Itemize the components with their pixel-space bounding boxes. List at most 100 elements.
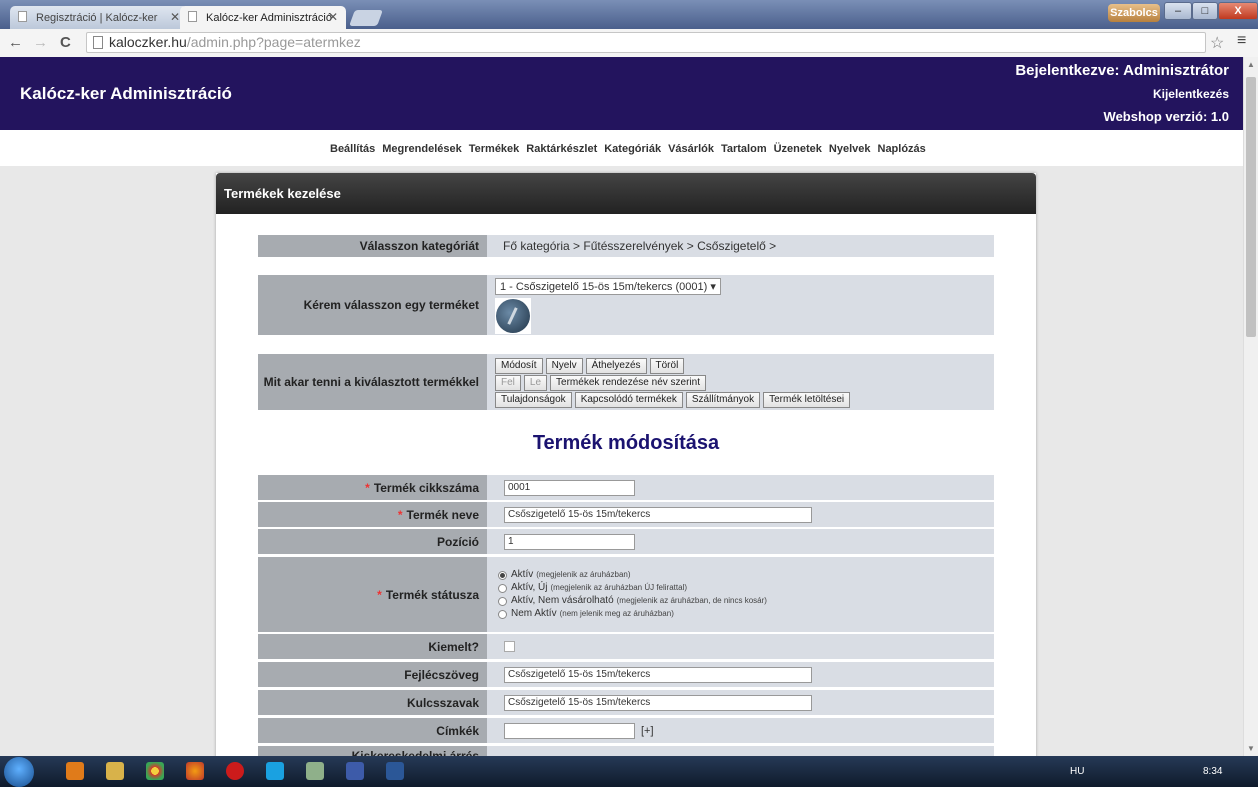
header-text-input[interactable]: Csőszigetelő 15-ös 15m/tekercs xyxy=(504,666,812,683)
status-option-active-new[interactable]: Aktív, Új (megjelenik az áruházban ÚJ fel… xyxy=(498,582,767,594)
status-cell: Aktív (megjelenik az áruházban) Aktív, Új… xyxy=(491,557,994,632)
radio-button[interactable] xyxy=(498,596,507,606)
nav-item-customers[interactable]: Vásárlók xyxy=(668,143,714,155)
status-label-cell: * Termék státusza xyxy=(258,557,487,632)
back-icon[interactable]: ← xyxy=(8,34,23,51)
properties-button[interactable]: Tulajdonságok xyxy=(495,391,572,408)
nav-item-categories[interactable]: Kategóriák xyxy=(604,143,661,155)
featured-label: Kiemelt? xyxy=(258,634,487,659)
actions-cell: Módosít Nyelv Áthelyezés Töröl Fel Le Terméke… xyxy=(491,354,994,410)
products-panel: Termékek kezelése Válasszon kategóriát F… xyxy=(216,173,1036,756)
firefox-icon[interactable] xyxy=(186,762,204,780)
tab-title: Kalócz-ker Adminisztráció xyxy=(206,11,332,24)
file-explorer-icon[interactable] xyxy=(106,762,124,780)
keywords-cell: Csőszigetelő 15-ös 15m/tekercs xyxy=(491,690,994,715)
scrollbar-thumb[interactable] xyxy=(1246,77,1256,337)
language-button[interactable]: Nyelv xyxy=(545,357,583,374)
nav-item-settings[interactable]: Beállítás xyxy=(330,143,375,155)
header-text-row: Fejlécszöveg Csőszigetelő 15-ös 15m/teke… xyxy=(258,662,994,687)
status-option-note: (megjelenik az áruházban ÚJ felirattal) xyxy=(550,583,687,592)
name-input[interactable]: Csőszigetelő 15-ös 15m/tekercs xyxy=(504,506,812,523)
sku-label-cell: * Termék cikkszáma xyxy=(258,475,487,500)
sku-input[interactable]: 0001 xyxy=(504,479,635,496)
featured-checkbox[interactable] xyxy=(504,641,515,652)
browser-tab-admin[interactable]: Kalócz-ker Adminisztráció ✕ xyxy=(180,6,346,29)
retail-margin-cell xyxy=(491,746,994,756)
product-thumbnail xyxy=(495,298,531,334)
scroll-down-icon[interactable]: ▼ xyxy=(1247,744,1255,753)
nav-item-content[interactable]: Tartalom xyxy=(721,143,767,155)
keywords-input[interactable]: Csőszigetelő 15-ös 15m/tekercs xyxy=(504,694,812,711)
profile-button[interactable]: Szabolcs xyxy=(1108,4,1160,22)
chrome-icon[interactable] xyxy=(146,762,164,780)
delete-button[interactable]: Töröl xyxy=(649,357,685,374)
tab-title: Regisztráció | Kalócz-ker xyxy=(36,11,158,24)
category-breadcrumb[interactable]: Fő kategória > Fűtésszerelvények > Csősz… xyxy=(491,235,994,257)
sort-by-name-button[interactable]: Termékek rendezése név szerint xyxy=(550,374,706,391)
nav-item-products[interactable]: Termékek xyxy=(469,143,520,155)
maximize-button[interactable]: □ xyxy=(1192,2,1218,20)
name-row: * Termék neve Csőszigetelő 15-ös 15m/teke… xyxy=(258,502,994,527)
reload-icon[interactable]: C xyxy=(60,34,71,51)
language-indicator[interactable]: HU xyxy=(1070,766,1084,777)
required-marker: * xyxy=(377,587,382,602)
product-select-row: Kérem válasszon egy terméket 1 - Csőszig… xyxy=(258,275,994,335)
status-option-active[interactable]: Aktív (megjelenik az áruházban) xyxy=(498,569,767,581)
status-option-not-purchasable[interactable]: Aktív, Nem vásárolható (megjelenik az áru… xyxy=(498,595,767,607)
tags-row: Címkék [+] xyxy=(258,718,994,743)
browser-tab-bar: Regisztráció | Kalócz-ker ✕ Kalócz-ker A… xyxy=(0,0,1258,29)
downloads-button[interactable]: Termék letöltései xyxy=(763,391,851,408)
add-tag-link[interactable]: [+] xyxy=(641,725,654,737)
new-tab-button[interactable] xyxy=(349,10,383,26)
keywords-label: Kulcsszavak xyxy=(258,690,487,715)
radio-button[interactable] xyxy=(498,583,507,593)
scroll-up-icon[interactable]: ▲ xyxy=(1247,60,1255,69)
modify-button[interactable]: Módosít xyxy=(495,357,543,374)
move-up-button[interactable]: Fel xyxy=(495,374,521,391)
name-cell: Csőszigetelő 15-ös 15m/tekercs xyxy=(491,502,994,527)
app-icon[interactable] xyxy=(306,762,324,780)
bookmark-star-icon[interactable]: ☆ xyxy=(1210,33,1224,53)
related-products-button[interactable]: Kapcsolódó termékek xyxy=(574,391,683,408)
shipments-button[interactable]: Szállítmányok xyxy=(685,391,761,408)
nav-item-messages[interactable]: Üzenetek xyxy=(774,143,822,155)
minimize-button[interactable]: – xyxy=(1164,2,1192,20)
logout-link[interactable]: Kijelentkezés xyxy=(1153,87,1229,101)
sku-row: * Termék cikkszáma 0001 xyxy=(258,475,994,500)
position-row: Pozíció 1 xyxy=(258,529,994,554)
name-label-cell: * Termék neve xyxy=(258,502,487,527)
tab-close-icon[interactable]: ✕ xyxy=(170,10,180,24)
nav-item-stock[interactable]: Raktárkészlet xyxy=(526,143,597,155)
nav-item-languages[interactable]: Nyelvek xyxy=(829,143,871,155)
media-player-icon[interactable] xyxy=(66,762,84,780)
featured-cell xyxy=(491,634,994,659)
product-select[interactable]: 1 - Csőszigetelő 15-ös 15m/tekercs (0001… xyxy=(495,278,721,295)
clock[interactable]: 8:34 xyxy=(1203,766,1222,777)
position-input[interactable]: 1 xyxy=(504,533,635,550)
radio-button[interactable] xyxy=(498,609,507,619)
browser-tab-registration[interactable]: Regisztráció | Kalócz-ker ✕ xyxy=(10,6,188,29)
window-close-button[interactable]: X xyxy=(1218,2,1258,20)
url-input[interactable]: kaloczker.hu/admin.php?page=atermkez xyxy=(86,32,1206,53)
nav-item-logs[interactable]: Naplózás xyxy=(878,143,926,155)
tab-close-icon[interactable]: ✕ xyxy=(328,10,338,24)
page-icon xyxy=(93,36,103,49)
skype-icon[interactable] xyxy=(266,762,284,780)
status-radio-group: Aktív (megjelenik az áruházban) Aktív, Új… xyxy=(498,568,767,621)
tags-input[interactable] xyxy=(504,722,635,739)
opera-icon[interactable] xyxy=(226,762,244,780)
site-title: Kalócz-ker Adminisztráció xyxy=(20,84,232,103)
nav-item-orders[interactable]: Megrendelések xyxy=(382,143,461,155)
start-button[interactable] xyxy=(4,757,34,787)
word-icon[interactable] xyxy=(386,762,404,780)
page-scrollbar[interactable]: ▲ ▼ xyxy=(1243,57,1258,756)
tags-label: Címkék xyxy=(258,718,487,743)
radio-button[interactable] xyxy=(498,570,507,580)
status-option-inactive[interactable]: Nem Aktív (nem jelenik meg az áruházban) xyxy=(498,608,767,620)
menu-icon[interactable]: ≡ xyxy=(1237,32,1246,50)
move-down-button[interactable]: Le xyxy=(523,374,548,391)
move-button[interactable]: Áthelyezés xyxy=(585,357,647,374)
forward-icon[interactable]: → xyxy=(33,34,48,51)
save-disk-icon[interactable] xyxy=(346,762,364,780)
admin-header: Kalócz-ker Adminisztráció Bejelentkezve:… xyxy=(0,57,1243,130)
